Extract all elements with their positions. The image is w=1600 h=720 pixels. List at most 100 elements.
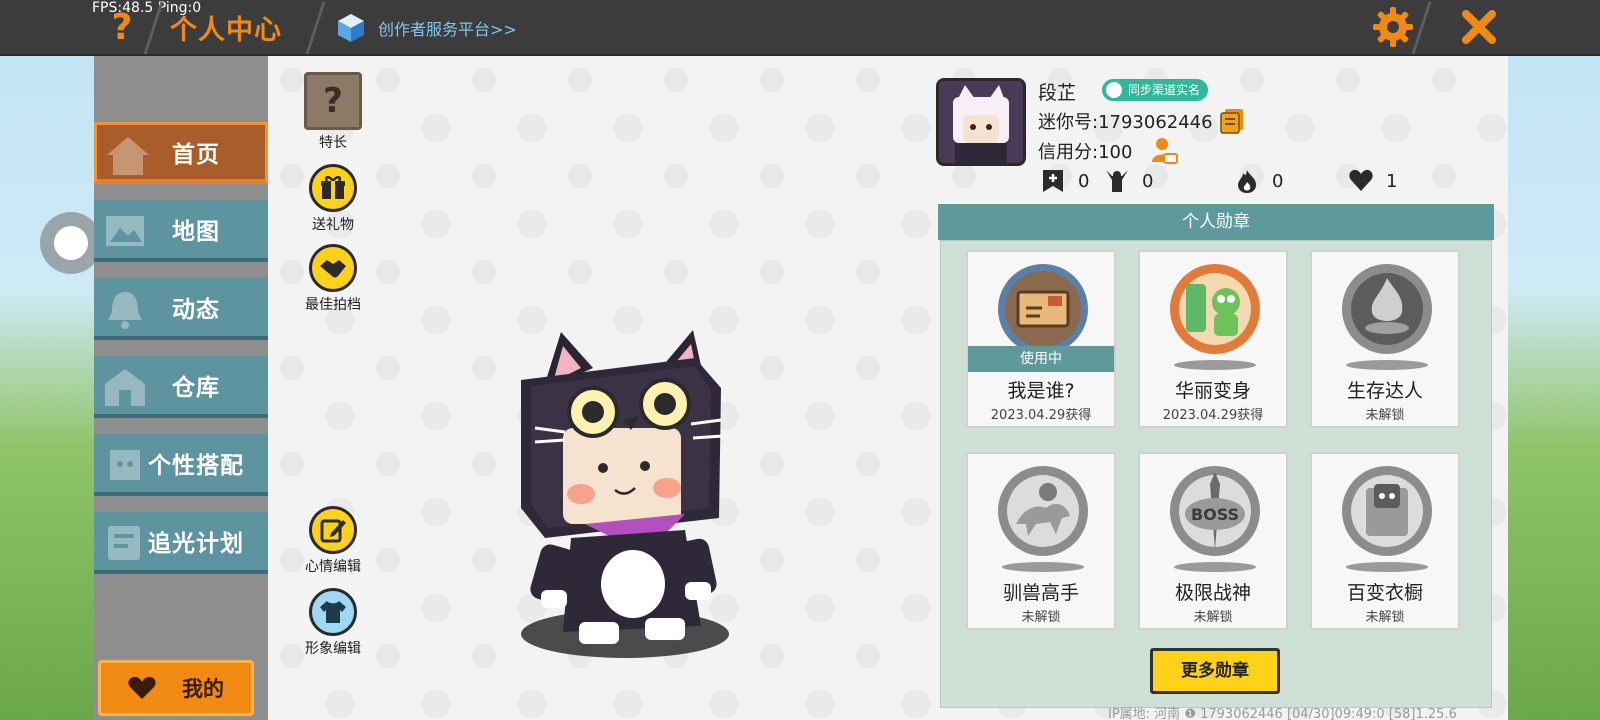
medal-title: 华丽变身 bbox=[1174, 380, 1251, 402]
outfit-icon bbox=[110, 450, 140, 480]
beast-medal-icon bbox=[998, 466, 1088, 556]
stat-popularity: 0 bbox=[1234, 168, 1283, 194]
medal-status: 2023.04.29获得 bbox=[990, 408, 1092, 423]
sidebar-item-label: 地图 bbox=[172, 219, 220, 245]
medal-card-extreme-war-god[interactable]: BOSS 极限战神 未解锁 bbox=[1138, 452, 1288, 630]
medal-status: 未解锁 bbox=[1365, 610, 1405, 625]
transform-medal-icon bbox=[1170, 264, 1260, 354]
map-icon bbox=[106, 216, 144, 246]
sidebar-item-label: 个性搭配 bbox=[148, 453, 244, 479]
page-title: 个人中心 bbox=[170, 15, 282, 46]
profile-avatar[interactable] bbox=[936, 78, 1026, 166]
medal-card-gorgeous-transform[interactable]: 华丽变身 2023.04.29获得 bbox=[1138, 250, 1288, 428]
medal-shadow bbox=[1346, 562, 1428, 572]
footer-info: IP属地: 河南 ❶ 1793062446 [04/30]09:49:0 [58… bbox=[1108, 707, 1457, 720]
boss-medal-icon: BOSS bbox=[1170, 466, 1260, 556]
credit-score: 信用分:100 bbox=[1038, 142, 1133, 163]
sidebar-item-outfit[interactable]: 个性搭配 bbox=[94, 434, 268, 496]
sidebar-item-map[interactable]: 地图 bbox=[94, 200, 268, 262]
sidebar-item-feed[interactable]: 动态 bbox=[94, 278, 268, 340]
medal-status: 未解锁 bbox=[1021, 610, 1061, 625]
copy-id-icon[interactable] bbox=[1220, 108, 1244, 134]
medal-shadow bbox=[1174, 360, 1256, 370]
house-icon bbox=[105, 369, 145, 406]
sidebar-item-label: 动态 bbox=[172, 297, 220, 323]
stat-value: 0 bbox=[1078, 170, 1090, 192]
flame-icon bbox=[1238, 170, 1256, 193]
medal-title: 驯兽高手 bbox=[1002, 582, 1079, 604]
floating-joystick[interactable] bbox=[40, 212, 102, 274]
more-medals-button[interactable]: 更多勋章 bbox=[1150, 648, 1280, 694]
book-icon bbox=[108, 526, 140, 560]
medal-shadow bbox=[1174, 562, 1256, 572]
verify-realname-badge[interactable]: 同步渠道实名 bbox=[1102, 79, 1209, 101]
specialty-label: 特长 bbox=[319, 135, 347, 151]
cheer-person-icon bbox=[1106, 170, 1128, 192]
svg-text:BOSS: BOSS bbox=[1191, 505, 1239, 524]
appearance-edit-button[interactable]: 形象编辑 bbox=[298, 588, 368, 658]
shirt-icon bbox=[309, 588, 357, 636]
question-box-icon: ? bbox=[304, 72, 362, 130]
stat-fans: 0 bbox=[1104, 168, 1153, 194]
verify-icon bbox=[1106, 82, 1122, 98]
specialty-button[interactable]: ? 特长 bbox=[298, 72, 368, 152]
stat-value: 1 bbox=[1386, 170, 1398, 192]
player-avatar-figure[interactable] bbox=[515, 328, 735, 668]
my-button-label: 我的 bbox=[182, 677, 224, 701]
medal-card-beast-tamer[interactable]: 驯兽高手 未解锁 bbox=[966, 452, 1116, 630]
medal-title: 百变衣橱 bbox=[1346, 582, 1423, 604]
gift-icon bbox=[309, 164, 357, 212]
edit-pencil-icon bbox=[309, 506, 357, 554]
bell-icon bbox=[108, 292, 142, 329]
send-gift-button[interactable]: 送礼物 bbox=[298, 164, 368, 234]
wardrobe-medal-icon bbox=[1342, 466, 1432, 556]
mood-edit-button[interactable]: 心情编辑 bbox=[298, 506, 368, 576]
stat-value: 0 bbox=[1142, 170, 1154, 192]
home-icon bbox=[107, 137, 149, 175]
campfire-medal-icon bbox=[1342, 264, 1432, 354]
stat-likes: 0 bbox=[1040, 168, 1089, 194]
in-use-badge: 使用中 bbox=[968, 346, 1114, 372]
close-icon[interactable] bbox=[1456, 4, 1502, 50]
medal-title: 极限战神 bbox=[1174, 582, 1251, 604]
heart-icon bbox=[128, 676, 156, 699]
help-button[interactable]: ? bbox=[106, 8, 138, 48]
stat-hearts: 1 bbox=[1348, 168, 1397, 194]
sidebar-item-home[interactable]: 首页 bbox=[94, 122, 268, 184]
credit-info-icon[interactable] bbox=[1150, 136, 1178, 164]
creator-platform-link[interactable]: 创作者服务平台>> bbox=[336, 10, 517, 46]
medal-shadow bbox=[1002, 562, 1084, 572]
mini-id: 迷你号:1793062446 bbox=[1038, 112, 1213, 133]
medals-heading: 个人勋章 bbox=[938, 204, 1494, 240]
medal-shadow bbox=[1346, 360, 1428, 370]
joystick-knob bbox=[54, 226, 88, 260]
sidebar-item-label: 追光计划 bbox=[148, 531, 244, 557]
handshake-icon bbox=[309, 244, 357, 292]
medal-status: 未解锁 bbox=[1365, 408, 1405, 423]
sidebar-item-warehouse[interactable]: 仓库 bbox=[94, 356, 268, 418]
sidebar-item-label: 仓库 bbox=[172, 375, 220, 401]
mood-edit-label: 心情编辑 bbox=[305, 559, 361, 575]
medal-status: 未解锁 bbox=[1193, 610, 1233, 625]
stat-value: 0 bbox=[1272, 170, 1284, 192]
sidebar-item-lightchase[interactable]: 追光计划 bbox=[94, 512, 268, 574]
medal-card-wardrobe[interactable]: 百变衣橱 未解锁 bbox=[1310, 452, 1460, 630]
medal-card-who-am-i[interactable]: 使用中 我是谁? 2023.04.29获得 bbox=[966, 250, 1116, 428]
sidebar-item-label: 首页 bbox=[172, 142, 220, 168]
cube-icon bbox=[336, 12, 366, 44]
creator-platform-label: 创作者服务平台>> bbox=[378, 20, 517, 39]
best-partner-label: 最佳拍档 bbox=[305, 297, 361, 313]
medal-title: 我是谁? bbox=[1007, 380, 1075, 402]
medal-status: 2023.04.29获得 bbox=[1162, 408, 1264, 423]
settings-gear-icon[interactable] bbox=[1370, 4, 1416, 50]
my-button[interactable]: 我的 bbox=[98, 660, 254, 716]
username: 段芷 bbox=[1038, 82, 1077, 104]
bookmark-plus-icon bbox=[1043, 170, 1063, 192]
top-bar: FPS:48.5 Ping:0 ? 个人中心 创作者服务平台>> bbox=[0, 0, 1600, 56]
send-gift-label: 送礼物 bbox=[312, 217, 354, 233]
medal-title: 生存达人 bbox=[1346, 380, 1423, 402]
medal-card-survival-master[interactable]: 生存达人 未解锁 bbox=[1310, 250, 1460, 428]
best-partner-button[interactable]: 最佳拍档 bbox=[298, 244, 368, 314]
divider bbox=[305, 2, 326, 54]
heart-icon bbox=[1349, 169, 1373, 191]
